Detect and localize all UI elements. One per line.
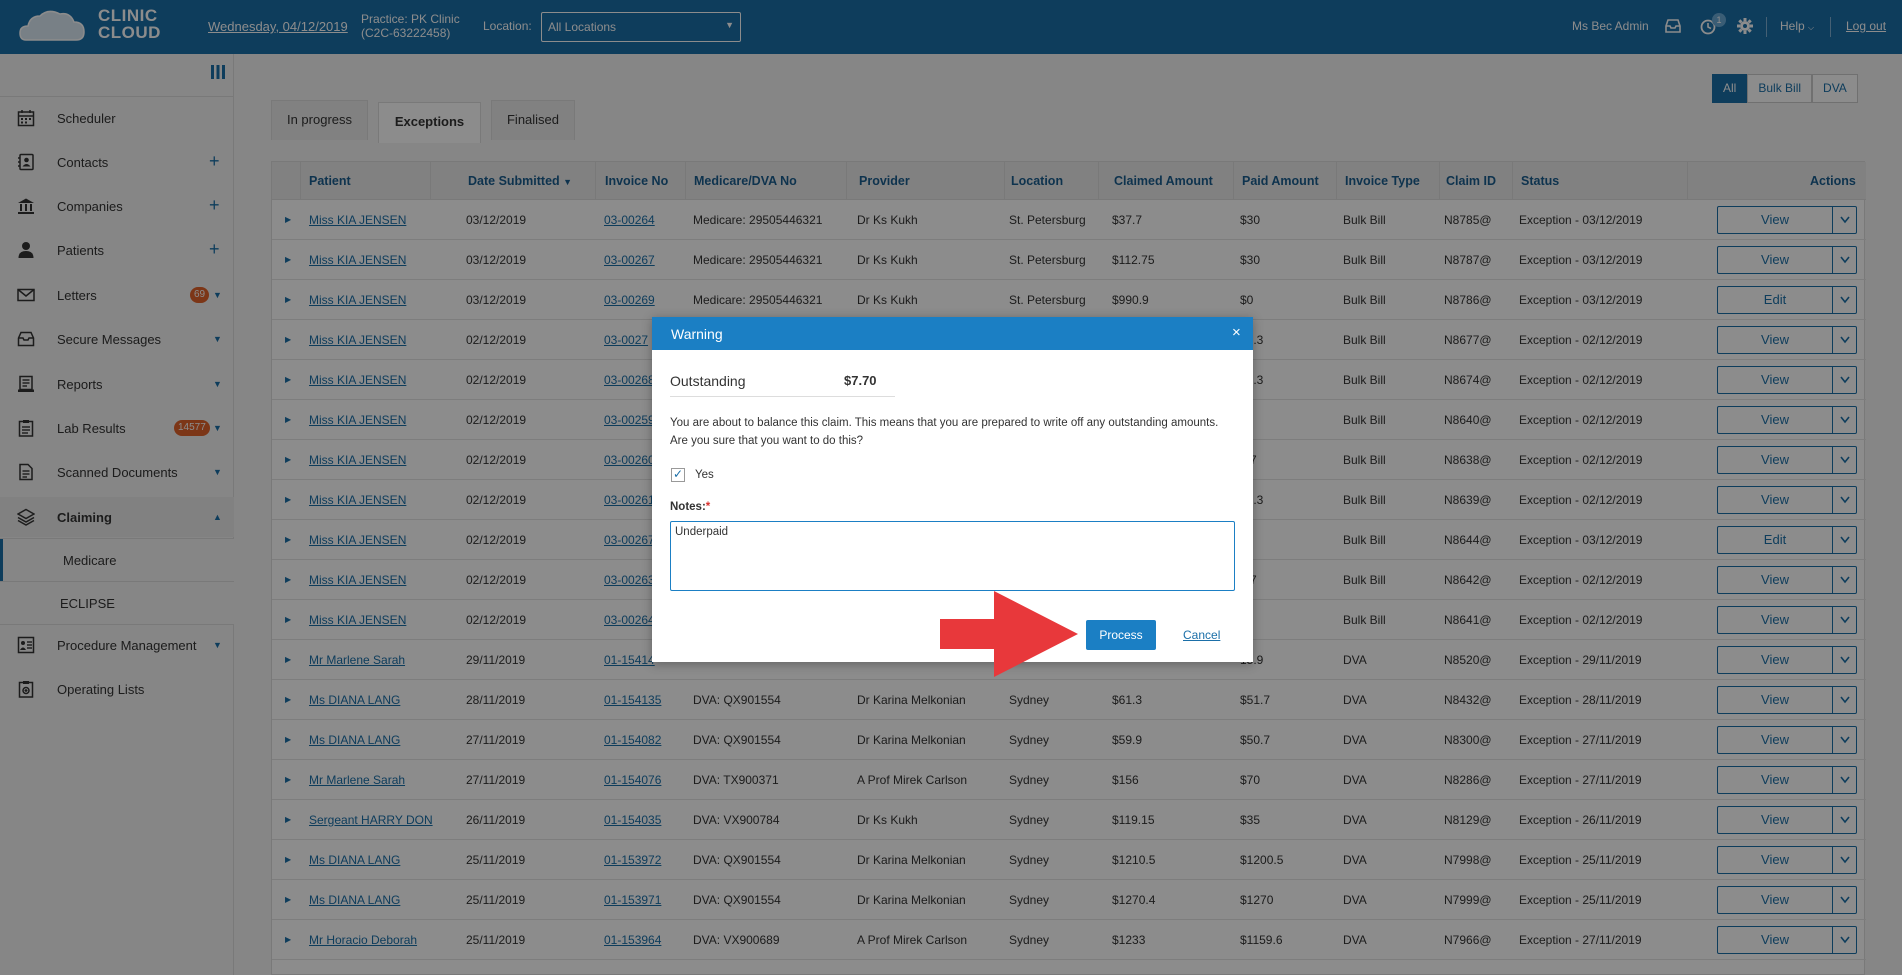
required-marker: * <box>705 501 711 513</box>
confirm-checkbox[interactable]: ✓ <box>671 467 685 482</box>
outstanding-value: $7.70 <box>844 373 877 388</box>
red-arrow-annotation-icon <box>940 591 1078 677</box>
warning-message: You are about to balance this claim. Thi… <box>670 417 1219 447</box>
notes-label: Notes:* <box>670 501 710 513</box>
outstanding-label: Outstanding <box>670 373 746 389</box>
notes-label-text: Notes: <box>670 501 706 513</box>
notes-textarea[interactable]: Underpaid <box>670 521 1235 591</box>
cancel-link[interactable]: Cancel <box>1183 628 1220 642</box>
dialog-header: Warning × <box>652 317 1253 350</box>
checkmark-icon: ✓ <box>673 467 684 481</box>
process-button[interactable]: Process <box>1086 620 1156 650</box>
divider <box>670 396 895 397</box>
confirm-checkbox-label[interactable]: Yes <box>695 469 714 481</box>
dialog-title: Warning <box>671 326 723 342</box>
close-icon[interactable]: × <box>1232 324 1241 341</box>
